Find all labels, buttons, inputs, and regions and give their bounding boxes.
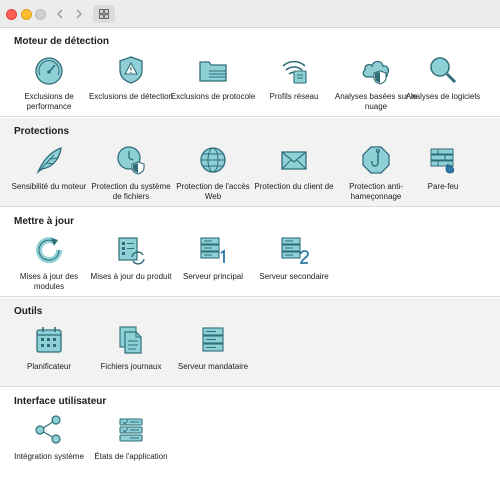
firewall-icon	[430, 148, 455, 174]
section-title: Outils	[14, 306, 43, 317]
pref-serveur-secondaire[interactable]: Serveur secondaire	[249, 233, 339, 282]
product-update-icon	[118, 237, 145, 265]
folder-lines-icon	[199, 61, 227, 82]
pref-analyses-logiciels[interactable]: Analyses de logiciels	[398, 53, 488, 102]
grid-icon	[99, 9, 109, 19]
pref-mises-a-jour-produit[interactable]: Mises à jour du produit	[86, 233, 176, 282]
item-label: Intégration système	[14, 452, 84, 461]
item-label: Exclusions de performance	[24, 92, 74, 111]
section-title: Interface utilisateur	[14, 396, 107, 407]
pref-serveur-mandataire[interactable]: Serveur mandataire	[168, 323, 258, 372]
log-files-icon	[119, 326, 142, 354]
section-title: Moteur de détection	[14, 36, 110, 47]
pref-exclusions-detection[interactable]: Exclusions de détection	[86, 53, 176, 102]
item-label: Mises à jour des modules	[19, 272, 79, 291]
section-outils: Outils Planificateur Fichiers journaux S…	[0, 298, 500, 387]
item-label: Protection de l'accès Web	[176, 182, 250, 201]
hook-icon	[362, 146, 390, 174]
item-label: Pare-feu	[427, 182, 459, 191]
navigation-buttons	[50, 5, 88, 23]
clock-shield-icon	[117, 146, 145, 175]
gauge-icon	[35, 57, 63, 85]
item-label: Protection du système de fichiers	[91, 182, 171, 201]
item-label: Serveur principal	[182, 272, 244, 281]
calendar-icon	[36, 327, 62, 353]
app-states-icon	[119, 418, 143, 442]
section-title: Mettre à jour	[14, 216, 75, 227]
pref-exclusions-protocole[interactable]: Exclusions de protocole	[168, 53, 258, 102]
feather-icon	[36, 147, 62, 175]
envelope-icon	[281, 151, 307, 170]
integration-nodes-icon	[35, 415, 61, 444]
proxy-server-icon	[202, 327, 224, 352]
magnifier-icon	[430, 57, 457, 84]
back-button[interactable]	[50, 5, 69, 23]
pref-integration-systeme[interactable]: Intégration système	[4, 413, 94, 462]
globe-icon	[200, 147, 226, 173]
server-two-icon	[281, 237, 309, 264]
item-label: Exclusions de protocole	[170, 92, 256, 101]
section-interface-utilisateur: Interface utilisateur Intégration systèm…	[0, 388, 500, 479]
server-one-icon	[200, 237, 225, 263]
item-label: Sensibilité du moteur	[11, 182, 87, 191]
section-mettre-a-jour: Mettre à jour Mises à jour des modules M…	[0, 208, 500, 297]
section-moteur-detection: Moteur de détection Exclusions de perfor…	[0, 28, 500, 117]
pref-protection-fichiers[interactable]: Protection du système de fichiers	[86, 143, 176, 202]
zoom-button[interactable]	[35, 9, 46, 20]
item-label: États de l'application	[94, 452, 168, 461]
title-bar	[0, 0, 500, 28]
minimize-button[interactable]	[21, 9, 32, 20]
pref-exclusions-performance[interactable]: Exclusions de performance	[4, 53, 94, 112]
chevron-right-icon	[76, 9, 82, 19]
pref-fichiers-journaux[interactable]: Fichiers journaux	[86, 323, 176, 372]
item-label: Fichiers journaux	[100, 362, 162, 371]
section-title: Protections	[14, 126, 70, 137]
item-label: Mises à jour du produit	[90, 272, 172, 281]
pref-protection-web[interactable]: Protection de l'accès Web	[168, 143, 258, 202]
pref-planificateur[interactable]: Planificateur	[4, 323, 94, 372]
item-label: Protection du client de	[254, 182, 334, 191]
close-button[interactable]	[6, 9, 17, 20]
pref-pare-feu[interactable]: Pare-feu	[398, 143, 488, 192]
pref-mises-a-jour-modules[interactable]: Mises à jour des modules	[4, 233, 94, 292]
chevron-left-icon	[56, 9, 62, 19]
item-label: Serveur secondaire	[259, 272, 329, 281]
show-all-button[interactable]	[93, 5, 115, 23]
section-protections: Protections Sensibilité du moteur Protec…	[0, 118, 500, 207]
item-label: Analyses de logiciels	[405, 92, 481, 101]
cloud-shield-icon	[362, 60, 390, 85]
preferences-window: Moteur de détection Exclusions de perfor…	[0, 0, 500, 479]
item-label: Serveur mandataire	[177, 362, 249, 371]
shield-warning-icon	[119, 56, 143, 84]
item-label: Profils réseau	[269, 92, 319, 101]
pref-etats-application[interactable]: États de l'application	[86, 413, 176, 462]
refresh-icon	[36, 237, 63, 264]
item-label: Exclusions de détection	[88, 92, 174, 101]
forward-button[interactable]	[69, 5, 88, 23]
pref-sensibilite-moteur[interactable]: Sensibilité du moteur	[4, 143, 94, 192]
item-label: Planificateur	[26, 362, 72, 371]
pref-profils-reseau[interactable]: Profils réseau	[249, 53, 339, 102]
pref-protection-client[interactable]: Protection du client de	[249, 143, 339, 192]
pref-serveur-principal[interactable]: Serveur principal	[168, 233, 258, 282]
wifi-device-icon	[282, 60, 307, 84]
